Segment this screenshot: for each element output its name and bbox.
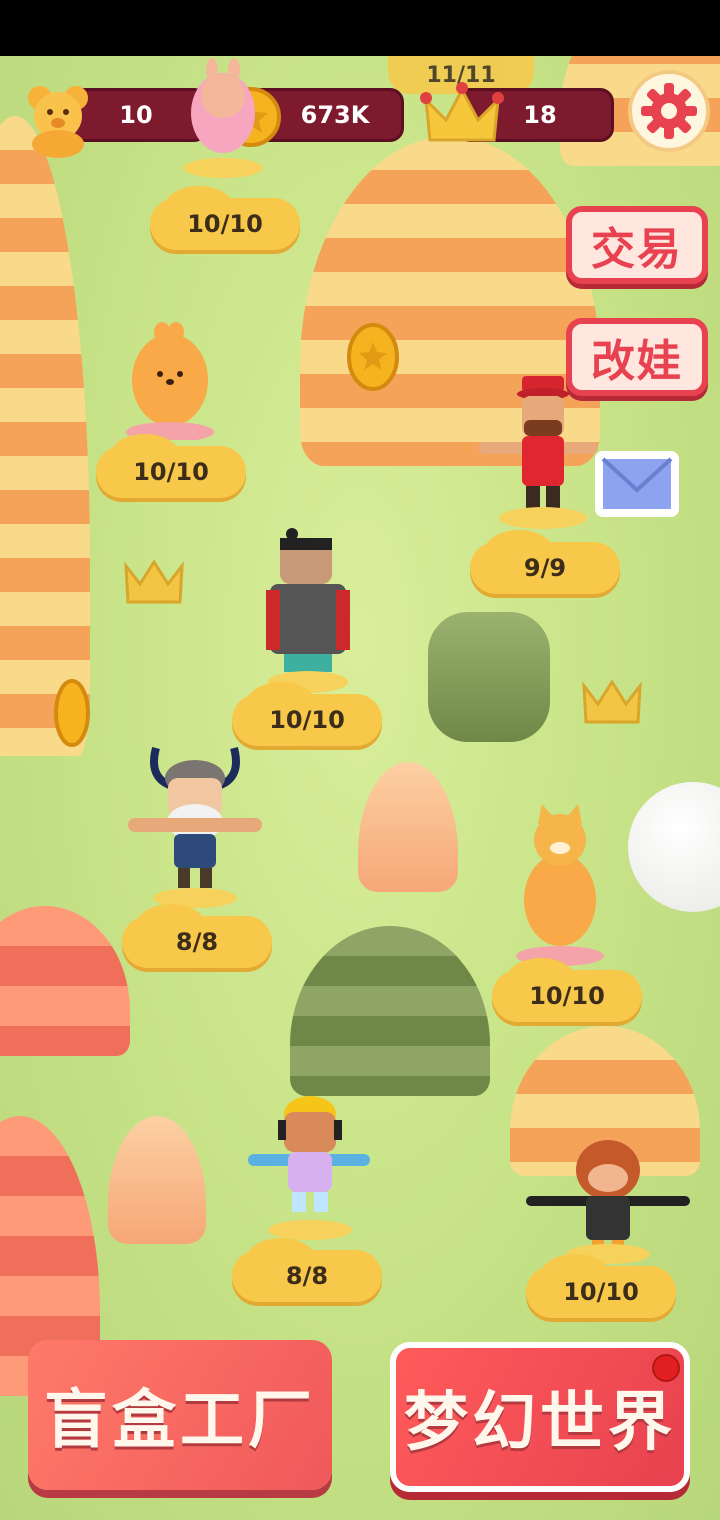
progress-label: 10/10 bbox=[96, 434, 246, 498]
dream-world-label: 梦幻世界 bbox=[404, 1386, 676, 1460]
dress-label: 改娃 bbox=[591, 336, 683, 387]
crown-icon bbox=[124, 558, 186, 610]
progress-label: 8/8 bbox=[122, 904, 272, 968]
coin-count: 673K bbox=[300, 101, 370, 129]
progress-label: 10/10 bbox=[150, 186, 300, 250]
blind-box-factory-button[interactable]: 盲盒工厂 bbox=[28, 1340, 332, 1490]
gear-icon bbox=[641, 83, 697, 139]
crown-icon bbox=[582, 678, 644, 730]
crown-count: 18 bbox=[523, 101, 557, 129]
peach-mound-2 bbox=[108, 1116, 206, 1244]
left-red-hill bbox=[0, 906, 130, 1056]
green-tree bbox=[428, 612, 550, 742]
left-striped-hill bbox=[0, 116, 90, 756]
blind-box-factory-label: 盲盒工厂 bbox=[44, 1384, 316, 1458]
figure-construction-worker[interactable] bbox=[248, 1094, 370, 1248]
status-bar bbox=[0, 0, 720, 56]
settings-button[interactable] bbox=[628, 70, 710, 152]
white-blob bbox=[628, 782, 720, 912]
dream-world-button[interactable]: 梦幻世界 bbox=[390, 1342, 690, 1492]
figure-pink-bunny[interactable] bbox=[178, 58, 268, 182]
figure-viking[interactable] bbox=[128, 738, 262, 912]
progress-label: 10/10 bbox=[526, 1254, 676, 1318]
figure-terracotta-warrior[interactable] bbox=[266, 526, 350, 700]
figure-bellhop[interactable] bbox=[478, 372, 598, 536]
mail-icon[interactable] bbox=[592, 448, 682, 524]
figure-orange-chick[interactable] bbox=[122, 320, 218, 444]
bear-count: 10 bbox=[119, 101, 153, 129]
bear-icon bbox=[18, 78, 98, 158]
figure-yellow-cat[interactable] bbox=[512, 800, 608, 974]
progress-label: 8/8 bbox=[232, 1238, 382, 1302]
crown-icon bbox=[420, 80, 504, 150]
coin-icon bbox=[345, 322, 401, 396]
peach-mound bbox=[358, 762, 458, 892]
progress-label: 9/9 bbox=[470, 530, 620, 594]
trade-label: 交易 bbox=[591, 224, 683, 275]
green-striped-hill bbox=[290, 926, 490, 1096]
trade-button[interactable]: 交易 bbox=[566, 206, 708, 284]
figure-monkey[interactable] bbox=[526, 1134, 690, 1268]
coin-icon bbox=[52, 678, 92, 752]
progress-label: 10/10 bbox=[492, 958, 642, 1022]
notification-dot bbox=[652, 1354, 680, 1382]
